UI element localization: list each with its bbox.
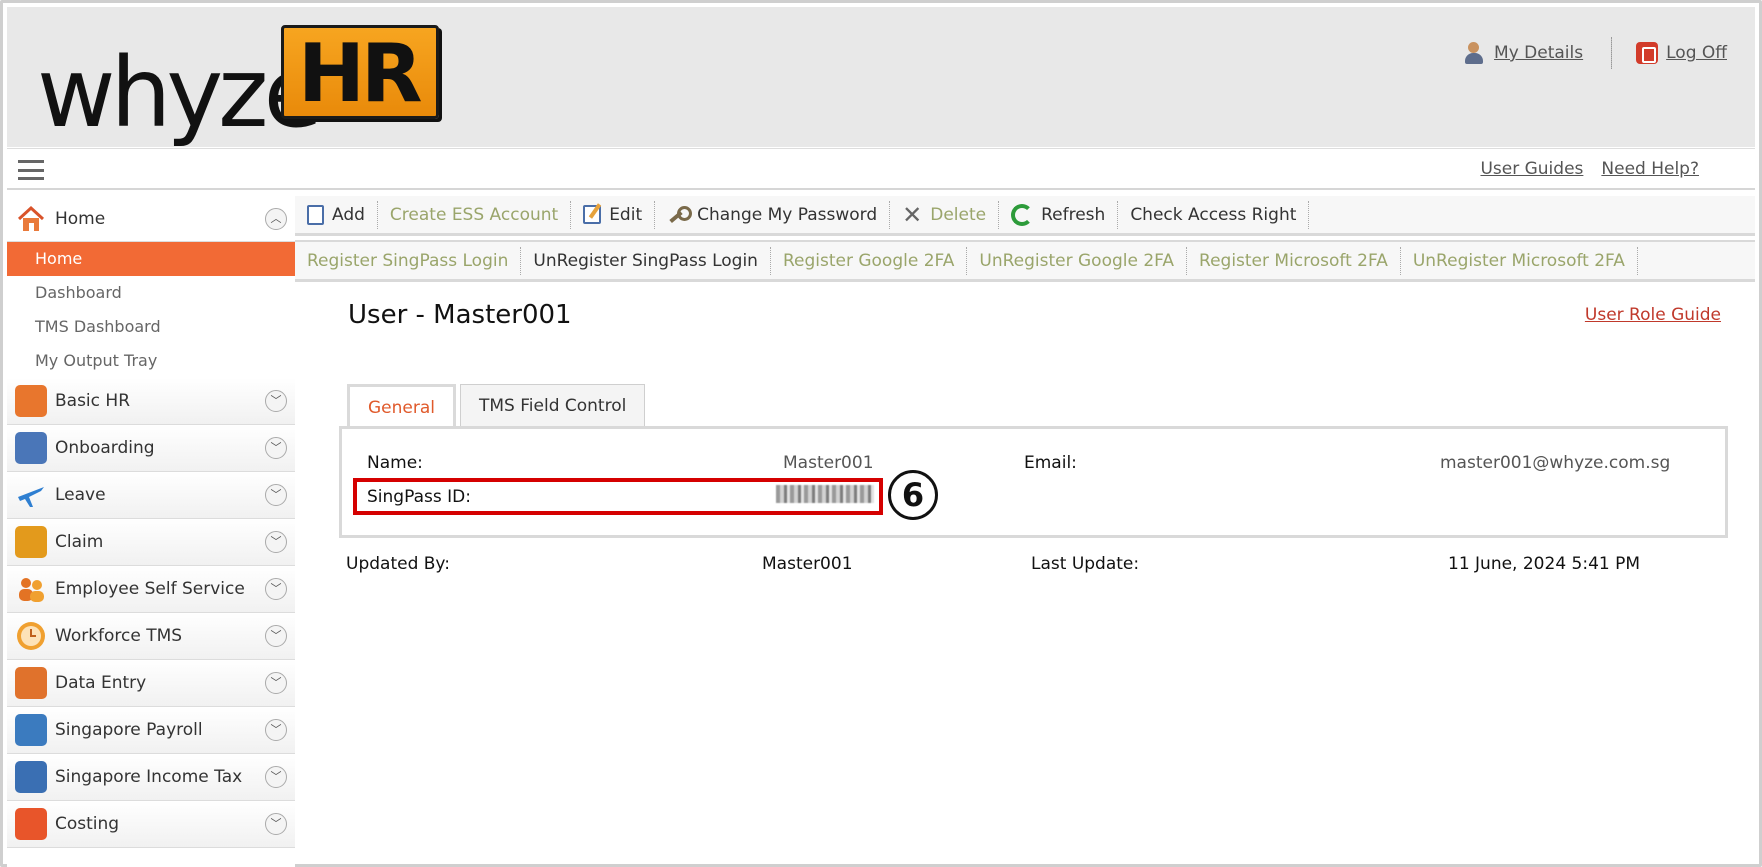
sidebar-module-claim[interactable]: Claim ﹀: [7, 519, 295, 566]
airplane-icon: [15, 479, 47, 511]
payroll-icon: [15, 714, 47, 746]
calculator-icon: [15, 761, 47, 793]
name-value: Master001: [783, 453, 874, 473]
chevron-down-icon[interactable]: ﹀: [265, 390, 287, 412]
keyboard-icon: [15, 667, 47, 699]
register-google-2fa-button[interactable]: Register Google 2FA: [771, 246, 968, 275]
logo-hr-box: HR: [281, 25, 439, 119]
sidebar-item-dashboard[interactable]: Dashboard: [7, 276, 295, 310]
delete-x-icon: ✕: [902, 200, 923, 229]
email-value: master001@whyze.com.sg: [1440, 453, 1671, 473]
divider: [1611, 37, 1613, 69]
check-access-right-button[interactable]: Check Access Right: [1118, 200, 1310, 229]
help-links: User Guides Need Help?: [1480, 159, 1699, 179]
sidebar-section-home[interactable]: Home ︿: [7, 196, 295, 242]
action-toolbar: Add Create ESS Account Edit Change My Pa…: [295, 196, 1755, 236]
chevron-down-icon[interactable]: ﹀: [265, 625, 287, 647]
hamburger-menu-icon[interactable]: [18, 160, 44, 180]
top-links: My Details Log Off: [1464, 37, 1727, 69]
user-role-guide-link[interactable]: User Role Guide: [1585, 305, 1721, 325]
register-singpass-login-button[interactable]: Register SingPass Login: [295, 246, 522, 275]
sidebar-module-costing[interactable]: Costing ﹀: [7, 801, 295, 848]
chevron-down-icon[interactable]: ﹀: [265, 437, 287, 459]
home-submenu: Home Dashboard TMS Dashboard My Output T…: [7, 242, 295, 378]
unregister-singpass-login-button[interactable]: UnRegister SingPass Login: [521, 246, 771, 275]
chevron-down-icon[interactable]: ﹀: [265, 813, 287, 835]
app-header: whyze HR My Details Log Off: [7, 7, 1755, 147]
change-my-password-button[interactable]: Change My Password: [655, 200, 891, 229]
last-update-label: Last Update:: [1031, 554, 1140, 574]
need-help-link[interactable]: Need Help?: [1601, 159, 1699, 179]
updated-by-label: Updated By:: [346, 554, 450, 574]
sidebar-module-leave[interactable]: Leave ﹀: [7, 472, 295, 519]
chevron-down-icon[interactable]: ﹀: [265, 719, 287, 741]
onboarding-icon: [15, 432, 47, 464]
page-title: User - Master001: [348, 300, 572, 330]
costing-icon: [15, 808, 47, 840]
add-button[interactable]: Add: [295, 200, 378, 229]
key-icon: [667, 205, 693, 225]
updated-by-value: Master001: [762, 554, 853, 574]
chevron-down-icon[interactable]: ﹀: [265, 531, 287, 553]
sidebar-module-onboarding[interactable]: Onboarding ﹀: [7, 425, 295, 472]
user-details-icon: [1464, 42, 1486, 64]
my-details-link[interactable]: My Details: [1464, 42, 1583, 64]
log-off-icon: [1636, 42, 1659, 64]
unregister-google-2fa-button[interactable]: UnRegister Google 2FA: [967, 246, 1188, 275]
folder-icon: [15, 385, 47, 417]
chevron-down-icon[interactable]: ﹀: [265, 672, 287, 694]
sidebar-module-data-entry[interactable]: Data Entry ﹀: [7, 660, 295, 707]
chevron-down-icon[interactable]: ﹀: [265, 578, 287, 600]
chevron-down-icon[interactable]: ﹀: [265, 766, 287, 788]
singpass-highlight-box: [353, 478, 883, 515]
sidebar: Home ︿ Home Dashboard TMS Dashboard My O…: [7, 196, 295, 867]
sidebar-module-basic-hr[interactable]: Basic HR ﹀: [7, 378, 295, 425]
add-icon: [307, 204, 324, 225]
clock-icon: [15, 620, 47, 652]
log-off-link[interactable]: Log Off: [1636, 42, 1727, 64]
create-ess-account-button[interactable]: Create ESS Account: [378, 200, 572, 229]
tab-tms-field-control[interactable]: TMS Field Control: [460, 384, 646, 428]
name-label: Name:: [367, 453, 423, 473]
chevron-down-icon[interactable]: ﹀: [265, 484, 287, 506]
delete-button[interactable]: ✕ Delete: [890, 200, 1000, 229]
email-label: Email:: [1024, 453, 1077, 473]
register-microsoft-2fa-button[interactable]: Register Microsoft 2FA: [1187, 246, 1401, 275]
refresh-icon: [1011, 203, 1034, 226]
sub-header-bar: User Guides Need Help?: [7, 148, 1755, 190]
chevron-up-icon[interactable]: ︿: [265, 207, 287, 230]
last-update-value: 11 June, 2024 5:41 PM: [1448, 554, 1641, 574]
sidebar-item-tms-dashboard[interactable]: TMS Dashboard: [7, 310, 295, 344]
unregister-microsoft-2fa-button[interactable]: UnRegister Microsoft 2FA: [1401, 246, 1638, 275]
auth-toolbar: Register SingPass Login UnRegister SingP…: [295, 240, 1755, 282]
edit-icon: [583, 205, 602, 224]
refresh-button[interactable]: Refresh: [999, 200, 1119, 229]
callout-number-badge: 6: [888, 470, 938, 520]
sidebar-module-singapore-income-tax[interactable]: Singapore Income Tax ﹀: [7, 754, 295, 801]
house-icon: [15, 203, 47, 235]
tab-general[interactable]: General: [347, 384, 456, 428]
edit-button[interactable]: Edit: [571, 200, 656, 229]
sidebar-module-workforce-tms[interactable]: Workforce TMS ﹀: [7, 613, 295, 660]
sidebar-module-employee-self-service[interactable]: Employee Self Service ﹀: [7, 566, 295, 613]
people-icon: [15, 573, 47, 605]
user-guides-link[interactable]: User Guides: [1480, 159, 1583, 179]
sidebar-module-singapore-payroll[interactable]: Singapore Payroll ﹀: [7, 707, 295, 754]
tab-bar: General TMS Field Control: [347, 384, 646, 428]
logo-word: whyze: [37, 37, 323, 149]
sidebar-item-home[interactable]: Home: [7, 242, 295, 276]
wallet-icon: [15, 526, 47, 558]
sidebar-item-my-output-tray[interactable]: My Output Tray: [7, 344, 295, 378]
